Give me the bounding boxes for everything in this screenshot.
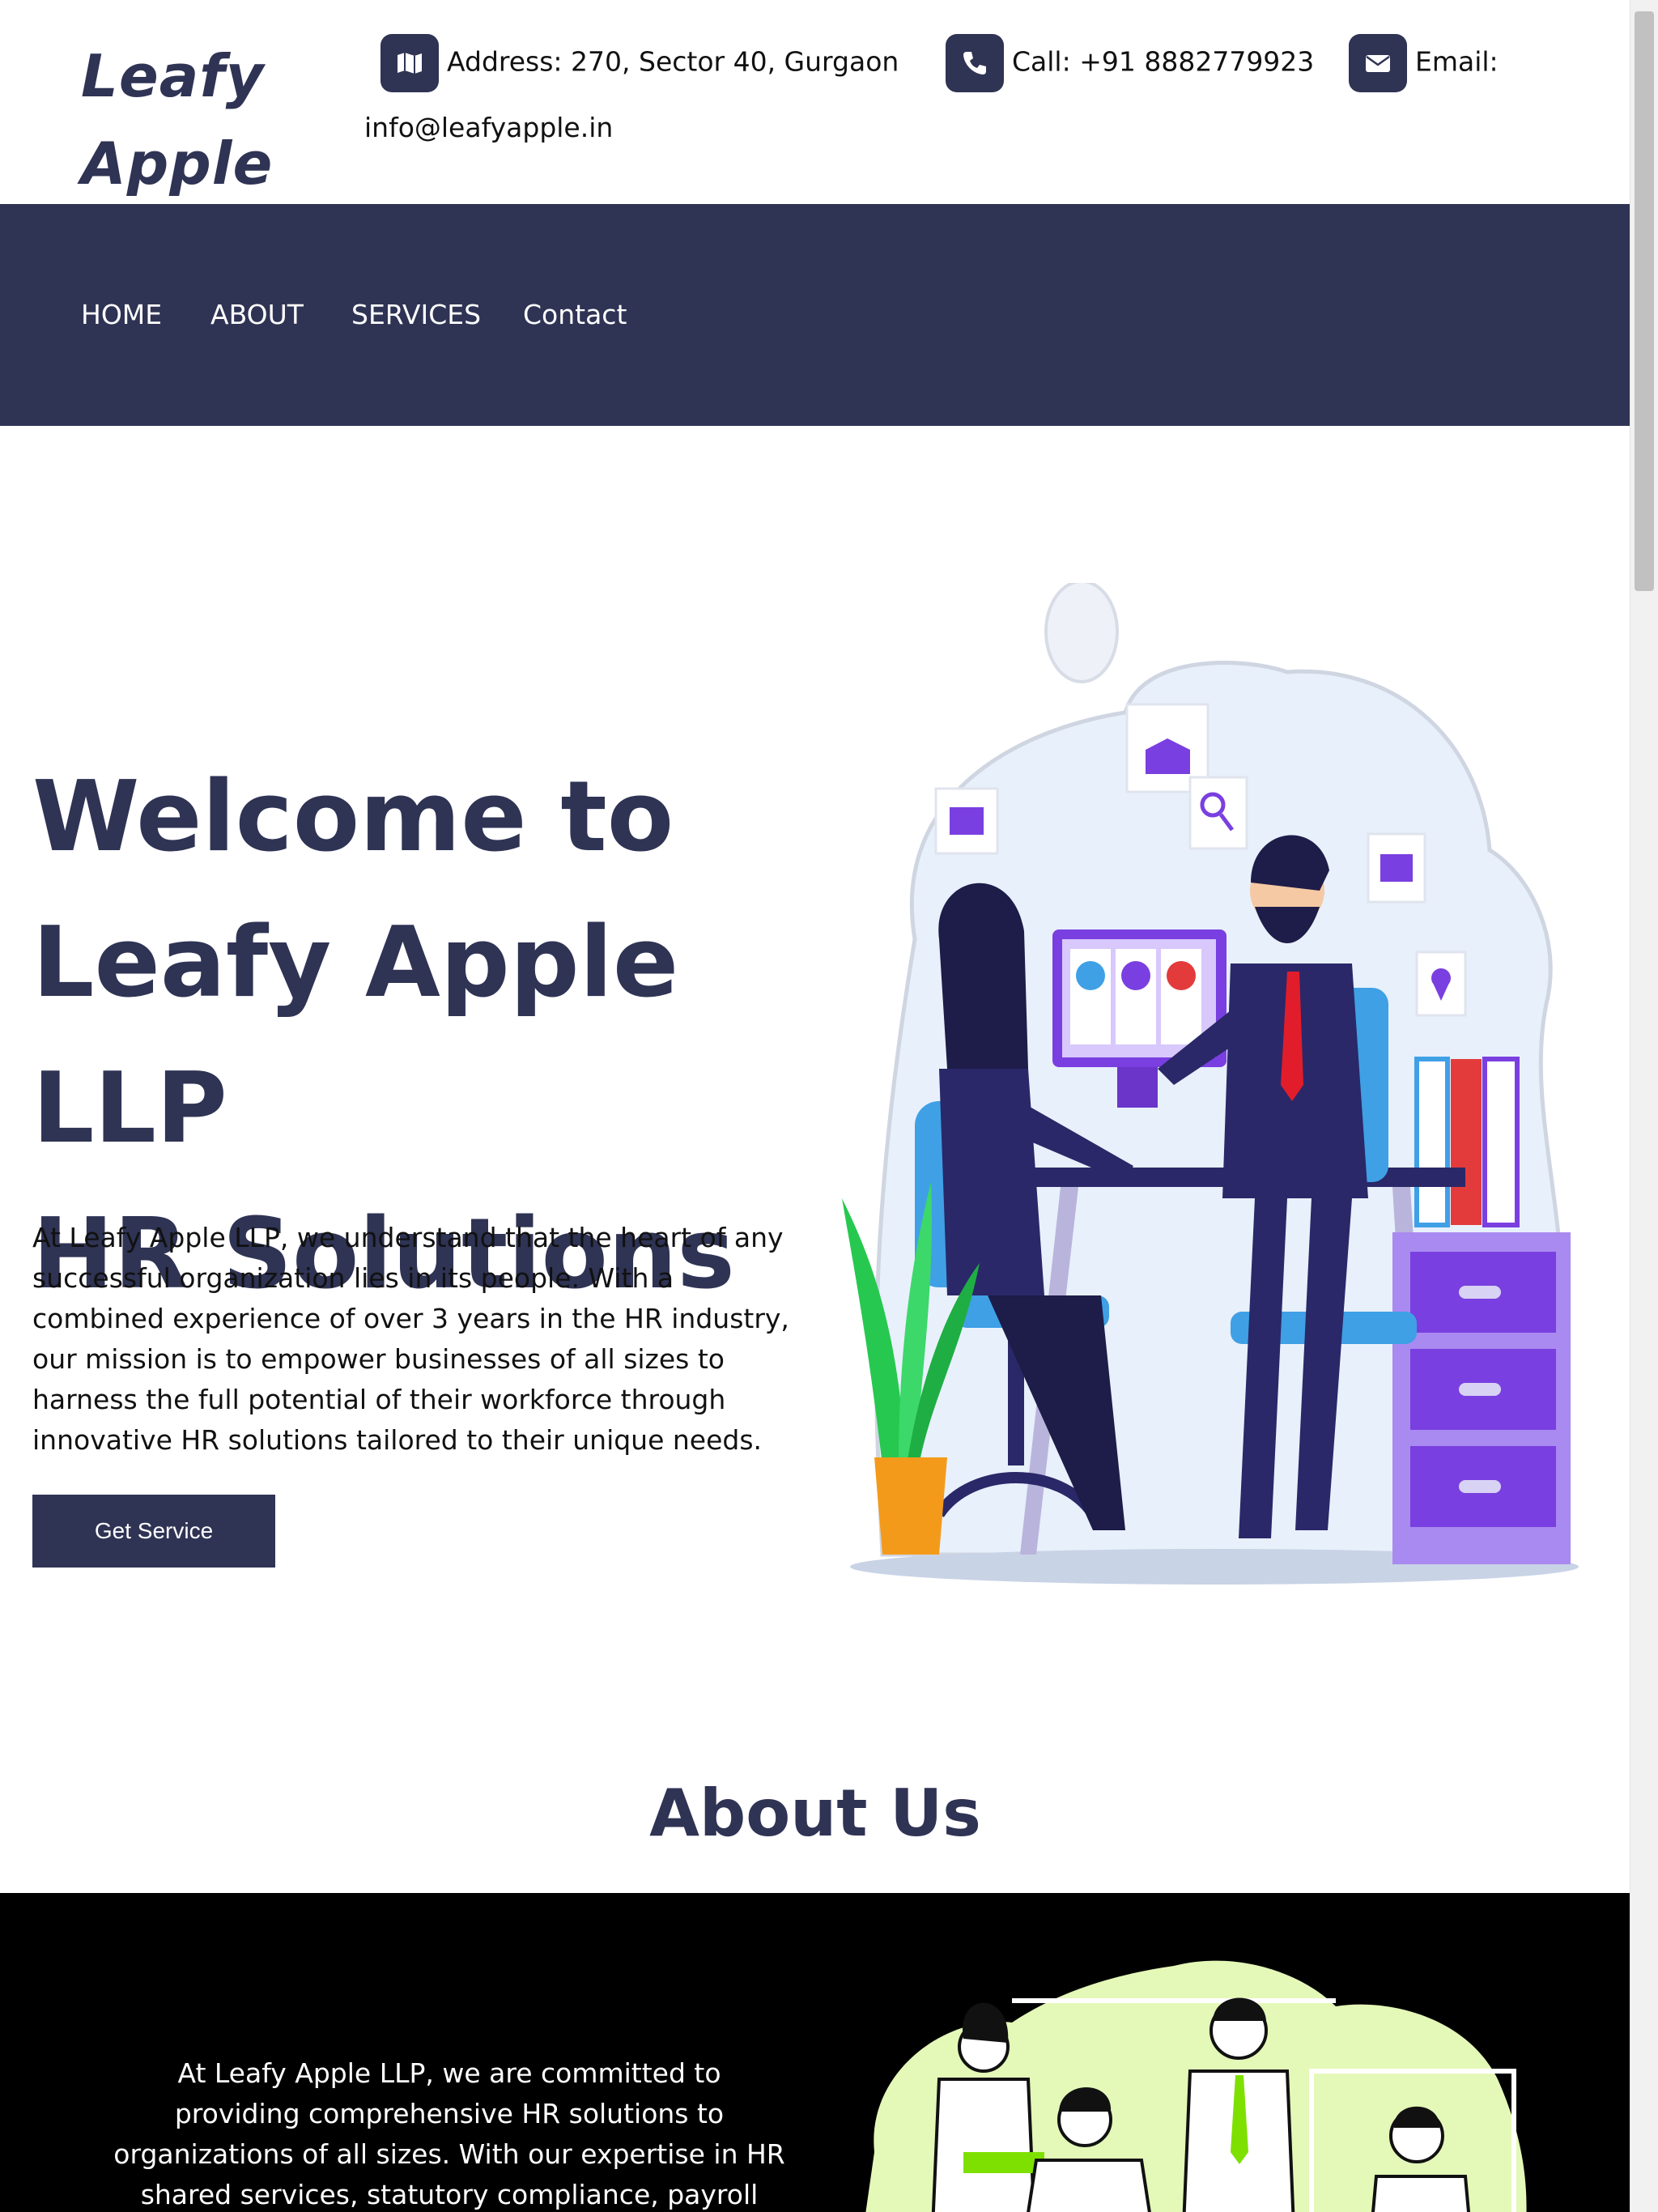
nav-contact[interactable]: Contact xyxy=(523,295,627,335)
scrollbar-thumb[interactable] xyxy=(1635,11,1654,591)
contact-call[interactable]: Call: +91 8882779923 xyxy=(946,34,1314,92)
nav-services[interactable]: SERVICES xyxy=(351,295,481,335)
envelope-icon xyxy=(1349,34,1407,92)
get-service-button[interactable]: Get Service xyxy=(32,1495,275,1568)
about-section: At Leafy Apple LLP, we are committed to … xyxy=(0,1893,1630,2212)
about-title: About Us xyxy=(649,1776,981,1851)
contact-email[interactable]: Email: xyxy=(1349,34,1499,92)
phone-icon xyxy=(946,34,1004,92)
site-logo[interactable]: Leafy Apple xyxy=(81,32,273,207)
email-value[interactable]: info@leafyapple.in xyxy=(364,110,613,146)
nav-about[interactable]: ABOUT xyxy=(210,295,304,335)
main-nav: HOME ABOUT SERVICES Contact xyxy=(0,204,1630,426)
email-label: Email: xyxy=(1415,45,1499,78)
page-scrollbar[interactable] xyxy=(1630,0,1658,2212)
top-header: Leafy Apple Address: 270, Sector 40, Gur… xyxy=(0,0,1630,204)
about-text: At Leafy Apple LLP, we are committed to … xyxy=(113,2057,785,2210)
team-illustration xyxy=(865,1960,1527,2212)
hero-description: At Leafy Apple LLP, we understand that t… xyxy=(32,1222,789,1456)
page: Leafy Apple Address: 270, Sector 40, Gur… xyxy=(0,0,1630,2212)
hr-meeting-illustration xyxy=(842,583,1579,1585)
map-icon xyxy=(380,34,439,92)
logo-line-2: Apple xyxy=(81,130,274,198)
address-text: Address: 270, Sector 40, Gurgaon xyxy=(447,45,899,78)
hero-title-line-2: Leafy Apple LLP xyxy=(32,907,679,1165)
logo-line-1: Leafy xyxy=(81,42,265,110)
nav-home[interactable]: HOME xyxy=(81,295,162,335)
call-text: Call: +91 8882779923 xyxy=(1012,45,1315,78)
hero-title-line-1: Welcome to xyxy=(32,761,674,874)
contact-address: Address: 270, Sector 40, Gurgaon xyxy=(380,34,899,92)
